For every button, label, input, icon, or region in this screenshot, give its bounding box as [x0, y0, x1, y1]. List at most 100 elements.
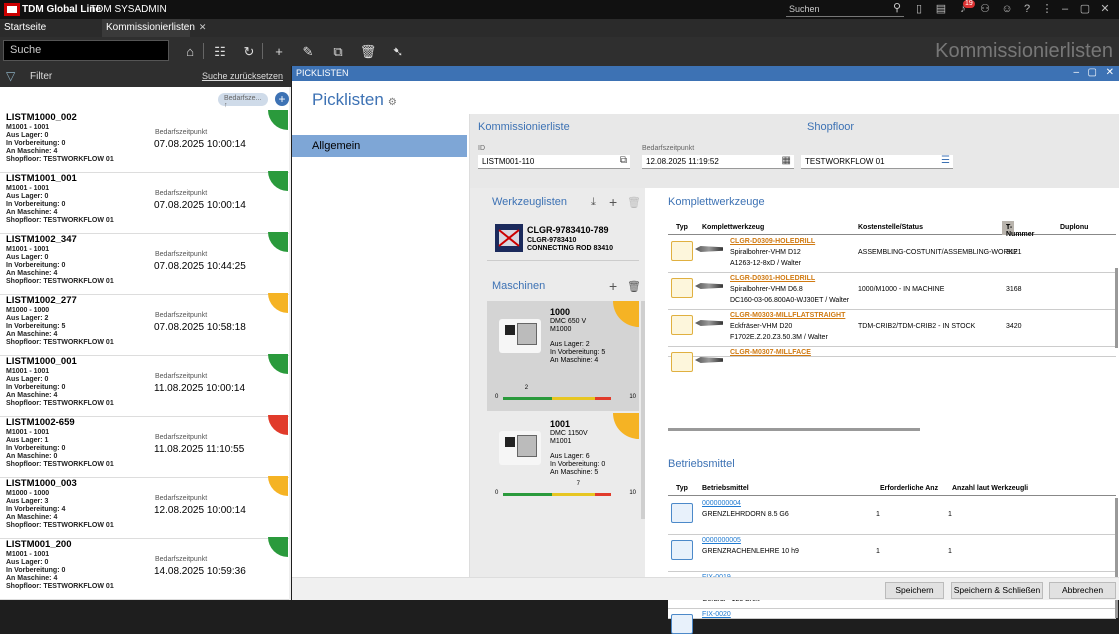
- tab-kommissionierlisten[interactable]: Kommissionierlisten ✕: [102, 19, 206, 37]
- list-item[interactable]: LISTM1002_347 M1001 - 1001 Aus Lager: 0 In …: [0, 232, 289, 295]
- edit-icon[interactable]: ✎: [299, 43, 317, 61]
- tab-label: Kommissionierlisten: [106, 22, 195, 33]
- table-row[interactable]: CLGR-M0303-MILLFLATSTRAIGHT Eckfräser-VHM…: [668, 310, 1116, 347]
- filter-label[interactable]: Filter: [30, 71, 52, 82]
- tool-id-link[interactable]: CLGR-M0307-MILLFACE: [730, 349, 811, 356]
- table-row[interactable]: 0000000004 GRENZLEHRDORN 8.5 G6 1 1: [668, 498, 1116, 535]
- toollist-item[interactable]: CLGR-9783410-789 CLGR-9783410 CONNECTING…: [487, 222, 639, 258]
- add-icon[interactable]: +: [609, 194, 617, 210]
- bell-icon[interactable]: ♪ 19: [956, 0, 975, 16]
- delete-icon[interactable]: 🗑: [627, 196, 641, 209]
- machine-card-1001[interactable]: 1001 DMC 1150V M1001 Aus Lager: 6 In Vor…: [487, 413, 639, 519]
- save-button[interactable]: Speichern: [885, 582, 944, 599]
- tool-id-link[interactable]: CLGR-M0303-MILLFLATSTRAIGHT: [730, 312, 845, 319]
- shopfloor-field[interactable]: TESTWORKFLOW 01 ☰: [801, 155, 953, 169]
- col-komplettwerkzeug[interactable]: Komplettwerkzeug: [702, 224, 764, 231]
- col-typ[interactable]: Typ: [676, 224, 688, 231]
- vertical-scrollbar[interactable]: [1115, 268, 1118, 348]
- filter-icon[interactable]: ▽: [6, 69, 15, 83]
- close-icon[interactable]: ✕: [1106, 67, 1114, 78]
- horizontal-scrollbar[interactable]: [668, 428, 920, 431]
- list-item[interactable]: LISTM1000_002 M1001 - 1001 Aus Lager: 0 In …: [0, 110, 289, 173]
- tool-id-link[interactable]: CLGR-D0309-HOLEDRILL: [730, 238, 815, 245]
- list-icon[interactable]: ☰: [941, 155, 950, 166]
- close-tab-icon[interactable]: ✕: [199, 22, 207, 32]
- search-input[interactable]: Suche: [3, 40, 169, 61]
- global-search-input[interactable]: Suchen: [786, 2, 904, 17]
- maximize-icon[interactable]: ▢: [1088, 67, 1097, 78]
- refresh-icon[interactable]: ↻: [240, 43, 258, 61]
- col-kostenstelle[interactable]: Kostenstelle/Status: [858, 224, 923, 231]
- document-icon[interactable]: ▤: [934, 3, 948, 16]
- calendar-icon[interactable]: ▦: [782, 155, 791, 166]
- required-count[interactable]: 1: [876, 548, 880, 555]
- table-row[interactable]: FIX-0020: [668, 609, 1116, 634]
- menu-icon[interactable]: ⋮: [1040, 3, 1054, 16]
- list-item[interactable]: LISTM1002_277 M1000 - 1000 Aus Lager: 2 In …: [0, 293, 289, 356]
- user-icon[interactable]: ☺: [1000, 3, 1014, 16]
- tool-tnumber: 3121: [1006, 249, 1022, 256]
- table-row[interactable]: 0000000005 GRENZRACHENLEHRE 10 h9 1 1: [668, 535, 1116, 572]
- nav-item-allgemein[interactable]: Allgemein: [292, 135, 467, 157]
- clipboard-icon[interactable]: ▯: [912, 3, 926, 16]
- separator: [203, 43, 204, 59]
- help-icon[interactable]: ?: [1020, 3, 1034, 16]
- tool-status: 1000/M1000 - IN MACHINE: [858, 286, 945, 293]
- add-icon[interactable]: +: [609, 278, 617, 294]
- list-item-shopfloor: Shopfloor: TESTWORKFLOW 01: [6, 583, 114, 590]
- machine-card-1000[interactable]: 1000 DMC 650 V M1000 Aus Lager: 2 In Vor…: [487, 301, 639, 411]
- download-icon[interactable]: ⤓: [591, 196, 596, 209]
- network-icon[interactable]: ⚇: [978, 3, 992, 16]
- add-sort-button[interactable]: +: [275, 92, 289, 106]
- col-typ[interactable]: Typ: [676, 485, 688, 492]
- col-tnummer[interactable]: T-Nummer ↑: [1002, 221, 1034, 238]
- list-item-date-label: Bedarfszeitpunkt: [155, 373, 208, 380]
- picklist-window: PICKLISTEN – ▢ ✕ Picklisten ⚙ Allgemein K…: [292, 66, 1119, 634]
- date-field[interactable]: 12.08.2025 11:19:52 ▦: [642, 155, 794, 169]
- vertical-scrollbar[interactable]: [1115, 498, 1118, 618]
- machine-code: M1001: [550, 438, 572, 445]
- lookup-icon[interactable]: ⧉: [620, 155, 627, 166]
- hierarchy-icon[interactable]: ☷: [211, 43, 229, 61]
- equipment-id-link[interactable]: 0000000004: [702, 500, 741, 507]
- col-erforderliche-anzahl[interactable]: Erforderliche Anz: [880, 485, 938, 492]
- list-scrollbar[interactable]: [289, 87, 291, 600]
- delete-icon[interactable]: 🗑: [359, 43, 377, 61]
- save-close-button[interactable]: Speichern & Schließen: [951, 582, 1043, 599]
- toolbar: Suche ⌂ ☷ ↻ + ✎ ⧉ 🗑 ➷ Kommissionierliste…: [0, 37, 1119, 66]
- required-count[interactable]: 1: [876, 511, 880, 518]
- home-icon[interactable]: ⌂: [181, 43, 199, 61]
- list-item-vorbereitung: In Vorbereitung: 0: [6, 201, 66, 208]
- col-betriebsmittel[interactable]: Betriebsmittel: [702, 485, 749, 492]
- copy-icon[interactable]: ⧉: [329, 43, 347, 61]
- settings-icon[interactable]: ⚙: [388, 97, 397, 108]
- list-item[interactable]: LISTM1001_001 M1001 - 1001 Aus Lager: 0 In …: [0, 171, 289, 234]
- list-item[interactable]: LISTM1000_003 M1000 - 1000 Aus Lager: 3 In …: [0, 476, 289, 539]
- equipment-id-link[interactable]: FIX-0020: [702, 611, 731, 618]
- add-icon[interactable]: +: [270, 43, 288, 61]
- tab-startseite[interactable]: Startseite: [0, 19, 100, 37]
- pin-icon[interactable]: ➷: [389, 43, 407, 61]
- equipment-id-link[interactable]: 0000000005: [702, 537, 741, 544]
- tool-id-link[interactable]: CLGR-D0301-HOLEDRILL: [730, 275, 815, 282]
- maximize-icon[interactable]: ▢: [1078, 3, 1092, 16]
- list-item[interactable]: LISTM1002-659 M1001 - 1001 Aus Lager: 1 In …: [0, 415, 289, 478]
- list-item[interactable]: LISTM001_200 M1001 - 1001 Aus Lager: 0 In V…: [0, 537, 289, 600]
- close-icon[interactable]: ✕: [1098, 3, 1112, 16]
- cancel-button[interactable]: Abbrechen: [1049, 582, 1116, 599]
- table-row[interactable]: CLGR-M0307-MILLFACE: [668, 347, 1116, 372]
- col-duplonummer[interactable]: Duplonu: [1060, 224, 1088, 231]
- col-anzahl-laut-werkzeugliste[interactable]: Anzahl laut Werkzeugli: [952, 485, 1028, 492]
- list-item[interactable]: LISTM1000_001 M1001 - 1001 Aus Lager: 0 In …: [0, 354, 289, 417]
- table-row[interactable]: CLGR-D0309-HOLEDRILL Spiralbohrer-VHM D12…: [668, 236, 1116, 273]
- list-item-date: 07.08.2025 10:00:14: [154, 139, 246, 150]
- delete-icon[interactable]: 🗑: [627, 280, 641, 293]
- search-icon[interactable]: ⚲: [890, 2, 904, 15]
- list-item-an-maschine: An Maschine: 4: [6, 209, 58, 216]
- minimize-icon[interactable]: –: [1058, 3, 1072, 16]
- id-field[interactable]: LISTM001-110 ⧉: [478, 155, 630, 169]
- minimize-icon[interactable]: –: [1073, 67, 1079, 78]
- reset-search-link[interactable]: Suche zurücksetzen: [202, 71, 283, 81]
- sort-chip[interactable]: Bedarfsze... ↑: [218, 93, 268, 109]
- table-row[interactable]: CLGR-D0301-HOLEDRILL Spiralbohrer-VHM D6.…: [668, 273, 1116, 310]
